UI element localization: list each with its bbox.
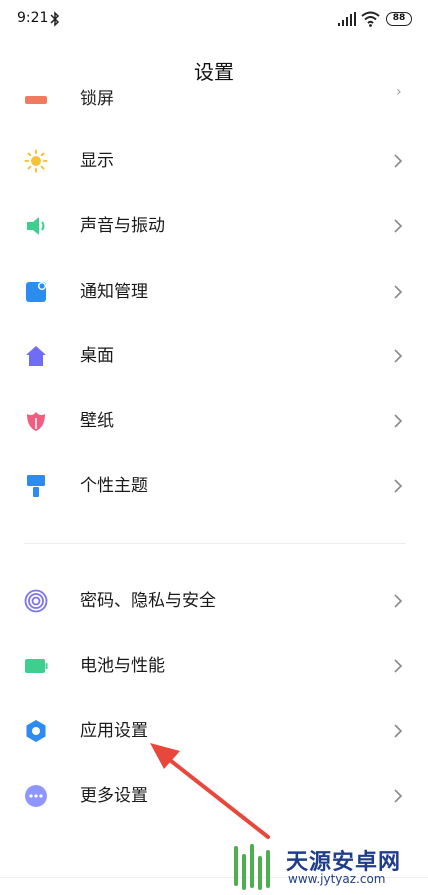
status-bar: 9:21 88: [0, 0, 428, 40]
watermark-url: www.jytyaz.com: [288, 872, 386, 886]
menu-item-label: 壁纸: [80, 411, 114, 431]
menu-item-label: 个性主题: [80, 476, 148, 496]
menu-item-label: 显示: [80, 151, 114, 171]
sun-icon: [24, 149, 48, 173]
menu-item-notifications[interactable]: 通知管理: [0, 260, 428, 324]
chevron-right-icon: [394, 349, 403, 363]
section-divider: [24, 543, 406, 544]
page-title: 设置: [194, 60, 234, 84]
notification-icon: [26, 282, 46, 302]
chevron-right-icon: [394, 219, 403, 233]
menu-item-label: 锁屏: [80, 89, 114, 109]
settings-page: 9:21 88 设置 锁屏 › 显示 声音与振动 通知管理 桌面 壁纸 个性主题…: [0, 0, 428, 895]
wifi-icon: [361, 11, 380, 27]
lock-screen-icon: [25, 96, 47, 104]
chevron-right-icon: [394, 414, 403, 428]
brush-icon: [27, 475, 45, 497]
battery-icon: [25, 659, 48, 673]
watermark: 天源安卓网 www.jytyaz.com: [226, 840, 426, 895]
menu-item-themes[interactable]: 个性主题: [0, 454, 428, 518]
signal-icon: [338, 12, 356, 26]
chevron-right-icon: [394, 659, 403, 673]
fingerprint-icon: [24, 589, 48, 613]
android-logo-icon: [234, 844, 270, 890]
bluetooth-icon: [50, 11, 60, 27]
chevron-right-icon: [394, 724, 403, 738]
gear-icon: [26, 720, 46, 742]
menu-item-label: 声音与振动: [80, 216, 165, 236]
menu-item-wallpaper[interactable]: 壁纸: [0, 389, 428, 453]
menu-item-battery-performance[interactable]: 电池与性能: [0, 634, 428, 698]
battery-indicator: 88: [386, 12, 412, 26]
menu-item-sound[interactable]: 声音与振动: [0, 194, 428, 258]
chevron-right-icon: [394, 594, 403, 608]
menu-item-label: 电池与性能: [80, 656, 165, 676]
menu-item-label: 通知管理: [80, 282, 148, 302]
tulip-icon: [27, 412, 45, 431]
menu-item-display[interactable]: 显示: [0, 129, 428, 193]
more-icon: [25, 785, 47, 807]
menu-item-label: 更多设置: [80, 786, 148, 806]
home-icon: [26, 346, 46, 366]
menu-item-label: 密码、隐私与安全: [80, 591, 216, 611]
menu-item-home-screen[interactable]: 桌面: [0, 324, 428, 388]
menu-item-privacy-security[interactable]: 密码、隐私与安全: [0, 569, 428, 633]
speaker-icon: [27, 217, 45, 235]
annotation-arrow: [150, 743, 270, 839]
chevron-right-icon: [394, 479, 403, 493]
status-time: 9:21: [17, 10, 49, 26]
chevron-right-icon: [394, 789, 403, 803]
menu-item-label: 应用设置: [80, 721, 148, 741]
chevron-right-icon: [394, 154, 403, 168]
chevron-right-icon: ›: [396, 88, 402, 100]
menu-item-label: 桌面: [80, 346, 114, 366]
chevron-right-icon: [394, 285, 403, 299]
menu-item-lock-screen[interactable]: 锁屏 ›: [0, 88, 428, 110]
